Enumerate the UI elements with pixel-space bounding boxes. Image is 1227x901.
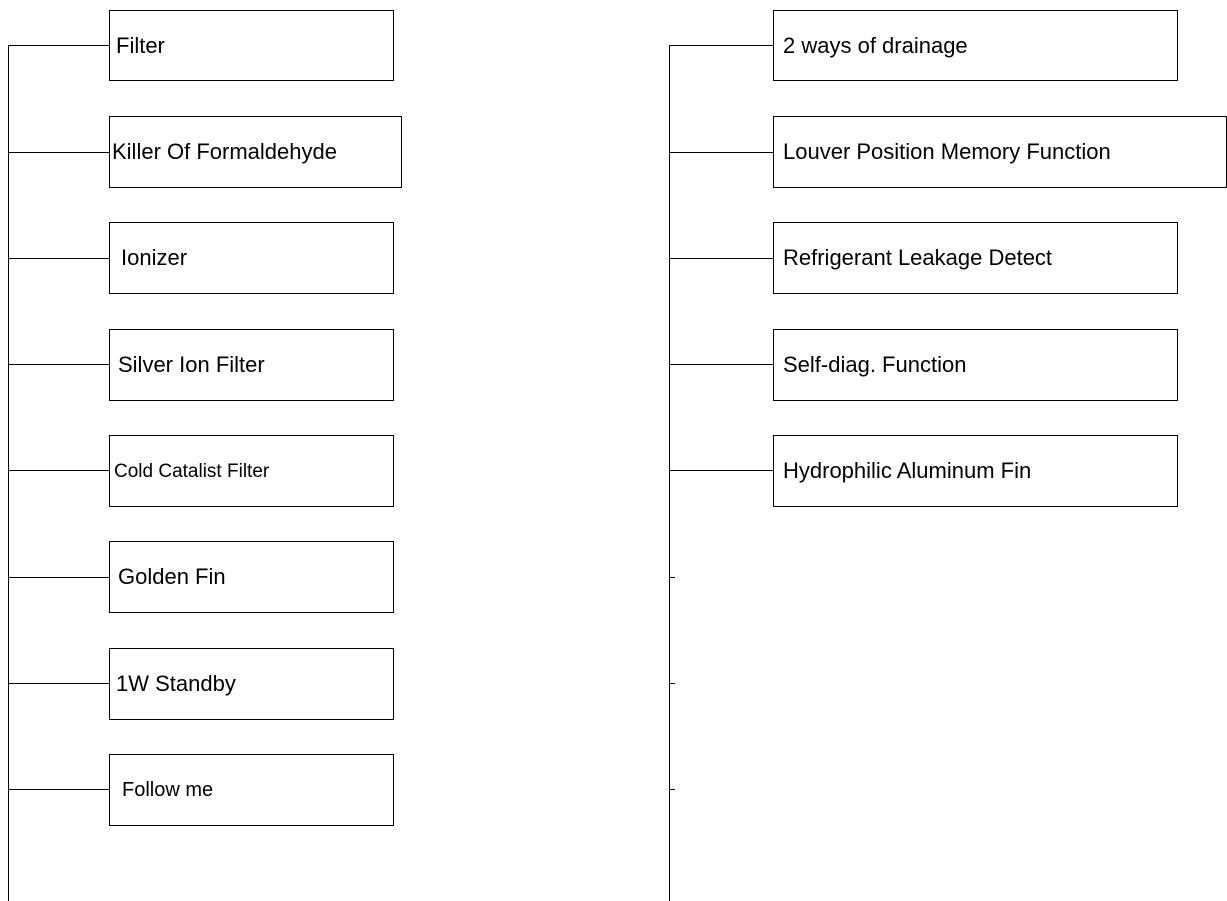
right-branch-line: [669, 258, 773, 259]
feature-label: 2 ways of drainage: [783, 32, 968, 58]
feature-label: Refrigerant Leakage Detect: [783, 245, 1053, 270]
feature-box-cold-catalist-filter: Cold Catalist Filter: [109, 435, 394, 507]
feature-label: Hydrophilic Aluminum Fin: [783, 458, 1032, 483]
feature-box-2-ways-of-drainage: 2 ways of drainage: [773, 10, 1178, 81]
feature-label: Ionizer: [121, 245, 188, 270]
feature-label: Louver Position Memory Function: [783, 139, 1111, 164]
feature-box-hydrophilic-aluminum-fin: Hydrophilic Aluminum Fin: [773, 435, 1178, 507]
left-branch-line: [8, 364, 109, 365]
left-branch-line: [8, 577, 109, 578]
feature-box-silver-ion-filter: Silver Ion Filter: [109, 329, 394, 401]
right-empty-tick: [669, 789, 675, 790]
feature-box-louver-position-memory-function: Louver Position Memory Function: [773, 116, 1227, 188]
feature-label: Cold Catalist Filter: [114, 460, 270, 482]
right-empty-tick: [669, 683, 675, 684]
feature-label: Killer Of Formaldehyde: [112, 139, 337, 164]
left-branch-line: [8, 789, 109, 790]
left-branch-line: [8, 683, 109, 684]
feature-box-refrigerant-leakage-detect: Refrigerant Leakage Detect: [773, 222, 1178, 294]
left-branch-line: [8, 152, 109, 153]
right-empty-tick: [669, 577, 675, 578]
feature-box-golden-fin: Golden Fin: [109, 541, 394, 613]
left-branch-line: [8, 258, 109, 259]
right-branch-line: [669, 45, 773, 46]
feature-box-self-diag-function: Self-diag. Function: [773, 329, 1178, 401]
right-branch-line: [669, 470, 773, 471]
feature-box-killer-of-formaldehyde: Killer Of Formaldehyde: [109, 116, 402, 188]
feature-label: Self-diag. Function: [783, 352, 967, 377]
left-trunk-line: [8, 45, 9, 901]
feature-label: Silver Ion Filter: [118, 352, 265, 377]
feature-label: Golden Fin: [118, 564, 226, 589]
feature-box-filter: Filter: [109, 10, 394, 81]
right-branch-line: [669, 152, 773, 153]
feature-label: Follow me: [122, 779, 214, 801]
left-branch-line: [8, 45, 109, 46]
feature-box-follow-me: Follow me: [109, 754, 394, 826]
feature-label: 1W Standby: [116, 671, 236, 696]
feature-box-1w-standby: 1W Standby: [109, 648, 394, 720]
feature-box-ionizer: Ionizer: [109, 222, 394, 294]
feature-tree-diagram: Filter Killer Of Formaldehyde Ionizer Si…: [0, 0, 1227, 901]
left-branch-line: [8, 470, 109, 471]
right-branch-line: [669, 364, 773, 365]
right-trunk-line: [669, 45, 670, 901]
feature-label: Filter: [116, 32, 165, 58]
